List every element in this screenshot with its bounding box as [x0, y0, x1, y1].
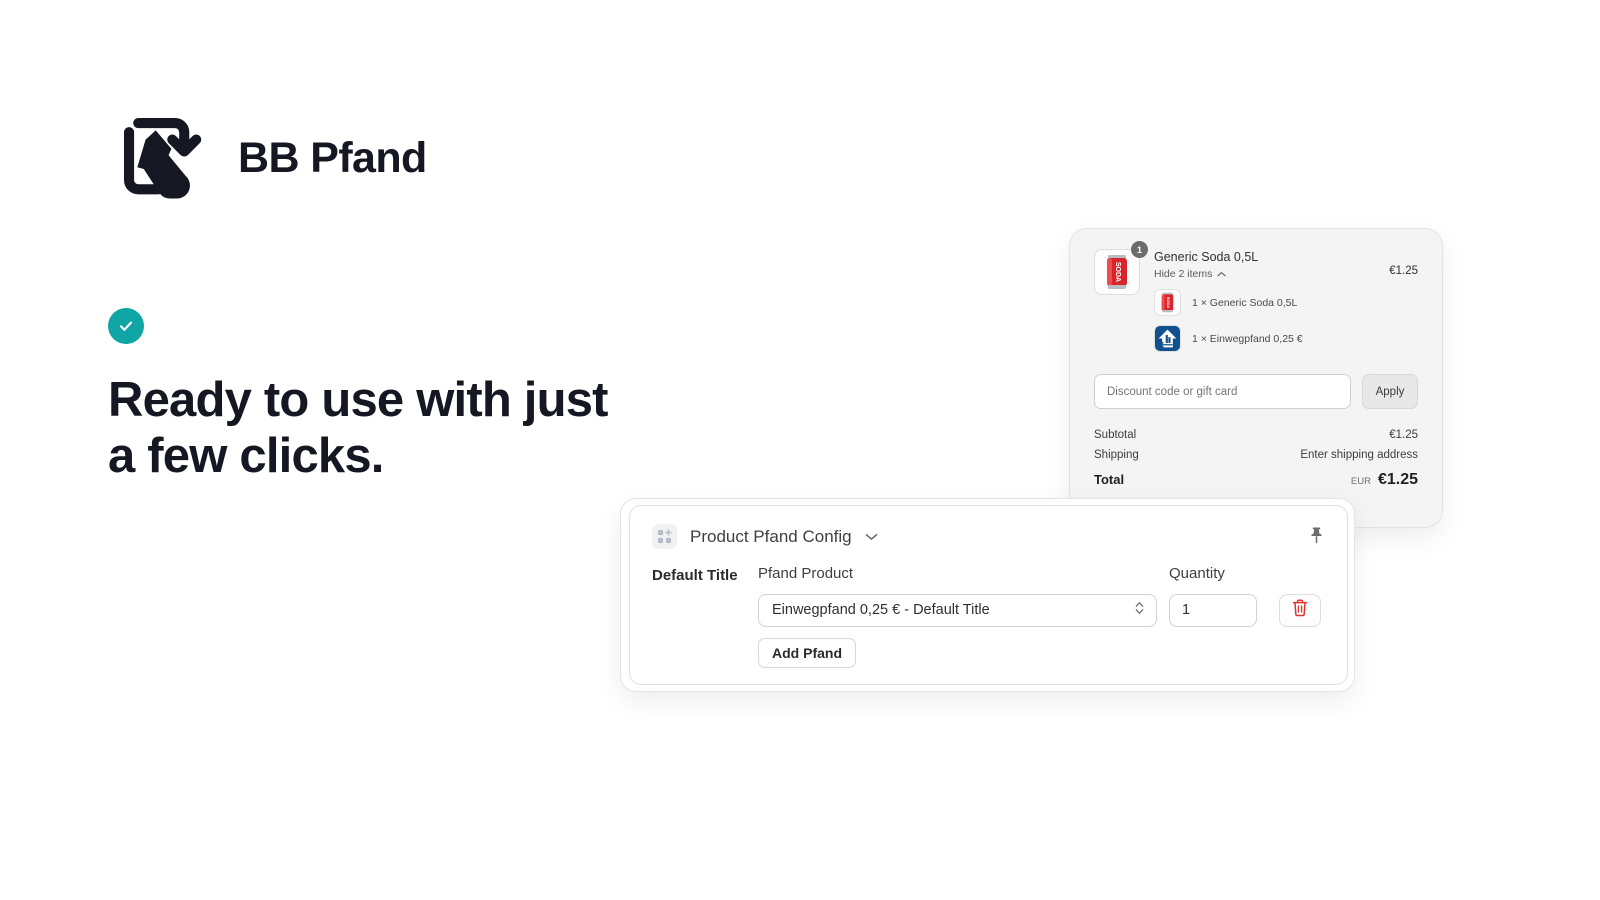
column-header-default-title: Default Title: [652, 567, 738, 584]
pin-icon[interactable]: [1308, 526, 1325, 550]
chevron-down-icon[interactable]: [865, 528, 878, 546]
toggle-items-label: Hide 2 items: [1154, 268, 1213, 280]
discount-row: Apply: [1094, 374, 1418, 409]
subtotal-label: Subtotal: [1094, 429, 1137, 441]
brand-header: BB Pfand: [118, 112, 427, 204]
cart-totals: Subtotal €1.25 Shipping Enter shipping a…: [1094, 429, 1418, 489]
config-title: Product Pfand Config: [690, 526, 852, 546]
column-header-quantity: Quantity: [1169, 565, 1225, 582]
app-blocks-icon: [652, 524, 677, 549]
chevron-up-down-icon: [1134, 600, 1145, 621]
actions-cell: [1279, 593, 1325, 627]
quantity-cell: [1169, 593, 1267, 627]
pfand-product-select[interactable]: Einwegpfand 0,25 € - Default Title: [758, 593, 1157, 627]
add-pfand-button[interactable]: Add Pfand: [758, 637, 856, 668]
discount-code-input[interactable]: [1094, 374, 1351, 409]
config-card-inner: Product Pfand Config Default Title Pfand…: [629, 505, 1348, 685]
svg-text:SODA: SODA: [1166, 297, 1171, 309]
shipping-label: Shipping: [1094, 449, 1139, 461]
check-circle-icon: [108, 308, 144, 344]
cart-item-details: Generic Soda 0,5L Hide 2 items SODA 1 × …: [1154, 249, 1389, 352]
pfand-form: Default Title Pfand Product Quantity Ein…: [652, 565, 1325, 668]
list-item: 1 × Einwegpfand 0,25 €: [1154, 325, 1389, 352]
shipping-value: Enter shipping address: [1300, 449, 1418, 461]
hero-line-2: a few clicks.: [108, 429, 384, 484]
apply-discount-button[interactable]: Apply: [1362, 374, 1418, 409]
product-pfand-config-card: Product Pfand Config Default Title Pfand…: [620, 498, 1355, 692]
brand-name: BB Pfand: [238, 133, 427, 182]
grand-total-row: Total EUR €1.25: [1094, 471, 1418, 489]
cart-item-price: €1.25: [1389, 265, 1418, 277]
subtotal-row: Subtotal €1.25: [1094, 429, 1418, 441]
svg-text:SODA: SODA: [1114, 262, 1121, 282]
quantity-input[interactable]: [1169, 593, 1257, 627]
grand-total-amount: €1.25: [1377, 471, 1418, 488]
delete-pfand-button[interactable]: [1279, 593, 1321, 627]
deposit-logo-icon: [1154, 325, 1181, 352]
column-header-actions: [1279, 565, 1325, 572]
column-header-pfand-product: Pfand Product: [758, 565, 854, 582]
config-header: Product Pfand Config: [652, 524, 1325, 549]
grand-total-label: Total: [1094, 472, 1125, 487]
list-item: SODA 1 × Generic Soda 0,5L: [1154, 289, 1389, 316]
page-root: BB Pfand Ready to use with just a few cl…: [0, 0, 1600, 900]
page-title: Ready to use with just a few clicks.: [108, 372, 728, 485]
bottle-recycle-logo-icon: [118, 112, 210, 204]
currency-code: EUR: [1350, 476, 1371, 487]
hero-line-1: Ready to use with just: [108, 373, 609, 427]
cart-summary-card: SODA 1 Generic Soda 0,5L Hide 2 items SO…: [1069, 228, 1443, 528]
cart-item-title: Generic Soda 0,5L: [1154, 250, 1259, 264]
pfand-product-cell: Einwegpfand 0,25 € - Default Title Add P…: [758, 593, 1157, 668]
list-item-label: 1 × Einwegpfand 0,25 €: [1192, 332, 1303, 345]
soda-can-icon: SODA: [1154, 289, 1181, 316]
pfand-product-selected-value: Einwegpfand 0,25 € - Default Title: [772, 602, 990, 619]
hero-section: Ready to use with just a few clicks.: [108, 308, 728, 485]
grand-total-value: EUR €1.25: [1351, 471, 1418, 489]
toggle-items-button[interactable]: Hide 2 items: [1154, 268, 1389, 280]
list-item-label: 1 × Generic Soda 0,5L: [1192, 296, 1298, 309]
chevron-up-icon: [1217, 268, 1226, 280]
subtotal-value: €1.25: [1389, 429, 1418, 441]
trash-icon: [1292, 599, 1308, 622]
cart-item-qty-badge: 1: [1131, 241, 1148, 258]
cart-line-item: SODA 1 Generic Soda 0,5L Hide 2 items SO…: [1094, 241, 1418, 352]
cart-item-thumbnail: SODA 1: [1094, 241, 1148, 295]
shipping-row: Shipping Enter shipping address: [1094, 449, 1418, 461]
